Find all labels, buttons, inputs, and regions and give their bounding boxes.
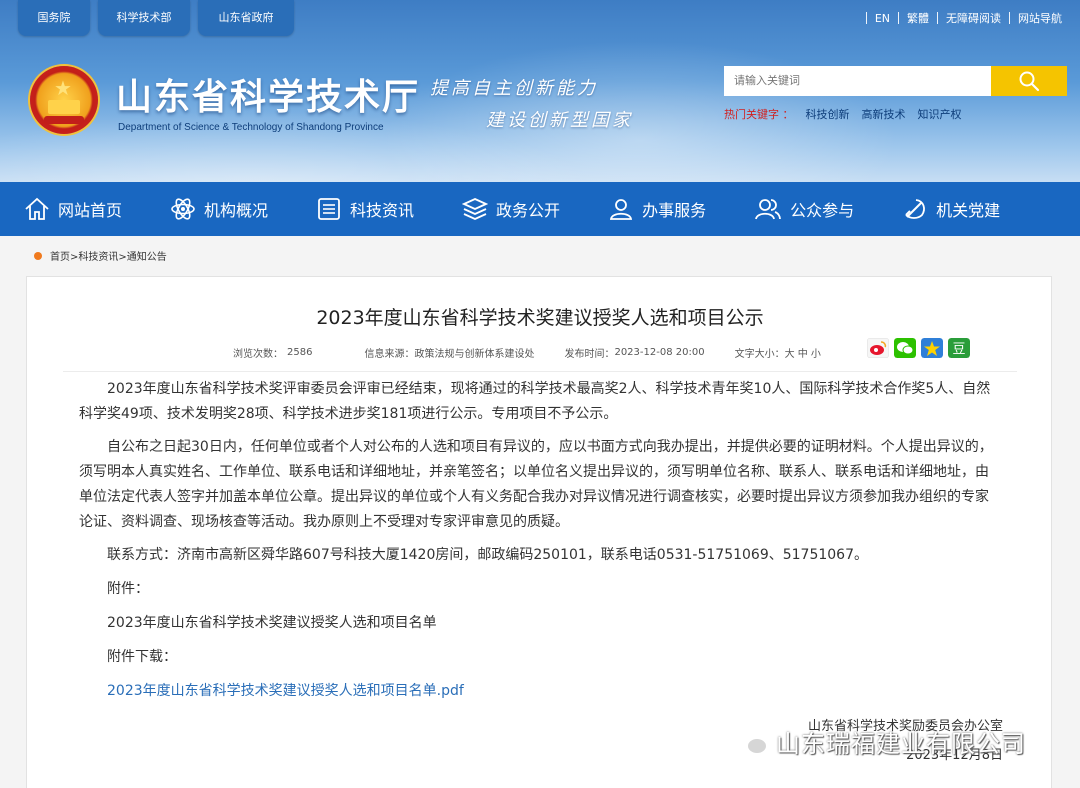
attachment-name: 2023年度山东省科学技术奖建议授奖人选和项目名单	[107, 615, 437, 631]
hot-keyword[interactable]: 知识产权	[918, 106, 962, 122]
nav-item-label: 网站首页	[58, 201, 123, 220]
nav-item-label: 科技资讯	[350, 201, 415, 220]
watermark-text: 山东瑞福建业有限公司	[776, 730, 1026, 758]
layers-icon	[462, 198, 489, 220]
search-box	[724, 66, 1067, 96]
search-icon	[1019, 71, 1040, 92]
header-banner: 国务院 科学技术部 山东省政府 EN 繁體 无障碍阅读 网站导航 ★ 山东省科学…	[0, 0, 1080, 182]
contact-paragraph: 联系方式：济南市高新区舜华路607号科技大厦1420房间，邮政编码250101，…	[107, 547, 868, 563]
time-label: 发布时间：	[564, 349, 615, 360]
slogan-line2: 建设创新型国家	[486, 110, 633, 131]
article-body: 2023年度山东省科学技术奖评审委员会评审已经结束，现将通过的科学技术最高奖2人…	[79, 377, 999, 713]
nav-item-about[interactable]: 机构概况	[170, 182, 268, 236]
hot-keyword[interactable]: 高新技术	[862, 106, 906, 122]
english-link[interactable]: EN	[875, 12, 890, 25]
nav-item-party[interactable]: 机关党建	[902, 182, 1000, 236]
site-nav-link[interactable]: 网站导航	[1018, 10, 1062, 26]
users-icon	[755, 199, 781, 220]
hot-keywords: 热门关键字 ： 科技创新 高新技术 知识产权	[724, 106, 962, 122]
attachment-heading: 附件：	[107, 581, 149, 597]
bullet-icon	[34, 251, 42, 260]
gate-icon	[48, 100, 80, 114]
divider	[937, 12, 938, 24]
attachment-download-link[interactable]: 2023年度山东省科学技术奖建议授奖人选和项目名单.pdf	[79, 679, 999, 704]
download-heading: 附件下载：	[107, 649, 177, 665]
ribbon-icon	[44, 116, 84, 124]
traditional-chinese-link[interactable]: 繁體	[907, 10, 929, 26]
share-buttons: 豆	[867, 338, 970, 358]
tab-state-council[interactable]: 国务院	[18, 0, 90, 36]
party-emblem-icon	[905, 199, 925, 219]
news-icon	[318, 198, 340, 220]
site-subtitle: Department of Science & Technology of Sh…	[118, 122, 384, 133]
views-label: 浏览次数：	[233, 349, 283, 360]
time-value: 2023-12-08 20:00	[614, 347, 705, 358]
star-icon: ★	[54, 76, 72, 100]
slogan-line1: 提高自主创新能力	[430, 78, 598, 99]
nav-item-participation[interactable]: 公众参与	[754, 182, 854, 236]
nav-item-services[interactable]: 办事服务	[608, 182, 706, 236]
tab-ministry-science[interactable]: 科学技术部	[98, 0, 190, 36]
utility-links: EN 繁體 无障碍阅读 网站导航	[858, 10, 1062, 26]
breadcrumb-path[interactable]: 首页>科技资讯>通知公告	[50, 248, 167, 263]
article-panel: 2023年度山东省科学技术奖建议授奖人选和项目公示 浏览次数： 2586 信息来…	[26, 276, 1052, 788]
wechat-watermark-icon	[734, 728, 768, 755]
nav-item-gov-affairs[interactable]: 政务公开	[462, 182, 560, 236]
home-icon	[25, 197, 49, 220]
site-title[interactable]: 山东省科学技术厅	[116, 68, 420, 120]
nav-item-label: 机构概况	[204, 201, 269, 220]
svg-text:豆: 豆	[952, 342, 965, 357]
accessibility-link[interactable]: 无障碍阅读	[946, 10, 1001, 26]
hot-keyword[interactable]: 科技创新	[806, 106, 850, 122]
user-icon	[610, 199, 633, 220]
article-meta: 浏览次数： 2586 信息来源： 政策法规与创新体系建设处 发布时间： 2023…	[233, 345, 821, 360]
atom-icon	[171, 198, 195, 220]
fontsize-label: 文字大小：	[734, 349, 785, 360]
wechat-icon[interactable]	[894, 338, 916, 358]
nav-item-home[interactable]: 网站首页	[24, 182, 122, 236]
source-label: 信息来源：	[364, 349, 415, 360]
divider	[63, 371, 1017, 372]
slogan: 提高自主创新能力 建设创新型国家	[430, 74, 633, 132]
main-nav: 网站首页 机构概况 科技资讯 政务公开 办事服务 公众参与 机关党建	[0, 182, 1080, 236]
paragraph: 2023年度山东省科学技术奖评审委员会评审已经结束，现将通过的科学技术最高奖2人…	[79, 381, 991, 422]
qzone-star-icon[interactable]	[921, 338, 943, 358]
weibo-icon[interactable]	[867, 338, 889, 358]
divider	[865, 12, 867, 24]
nav-item-label: 机关党建	[936, 201, 1001, 220]
divider	[1009, 12, 1010, 24]
tab-shandong-gov[interactable]: 山东省政府	[198, 0, 294, 36]
nav-item-label: 政务公开	[496, 201, 561, 220]
search-input[interactable]	[724, 66, 991, 96]
nav-item-label: 公众参与	[790, 201, 855, 220]
views-count: 2586	[287, 347, 313, 358]
national-emblem-logo[interactable]: ★	[30, 66, 98, 134]
search-button[interactable]	[991, 66, 1067, 96]
divider	[898, 12, 899, 24]
fontsize-options[interactable]: 大 中 小	[785, 345, 821, 360]
paragraph: 自公布之日起30日内，任何单位或者个人对公布的人选和项目有异议的，应以书面方式向…	[79, 439, 993, 530]
watermark: 山东瑞福建业有限公司	[732, 724, 1026, 759]
douban-icon[interactable]: 豆	[948, 338, 970, 358]
source-value: 政策法规与创新体系建设处	[414, 349, 535, 360]
article-title: 2023年度山东省科学技术奖建议授奖人选和项目公示	[316, 307, 764, 329]
nav-item-label: 办事服务	[642, 201, 707, 220]
breadcrumb: 首页>科技资讯>通知公告	[34, 248, 167, 263]
hot-keywords-label: 热门关键字 ：	[724, 108, 794, 121]
nav-item-news[interactable]: 科技资讯	[316, 182, 414, 236]
top-tabs: 国务院 科学技术部 山东省政府	[18, 0, 294, 36]
